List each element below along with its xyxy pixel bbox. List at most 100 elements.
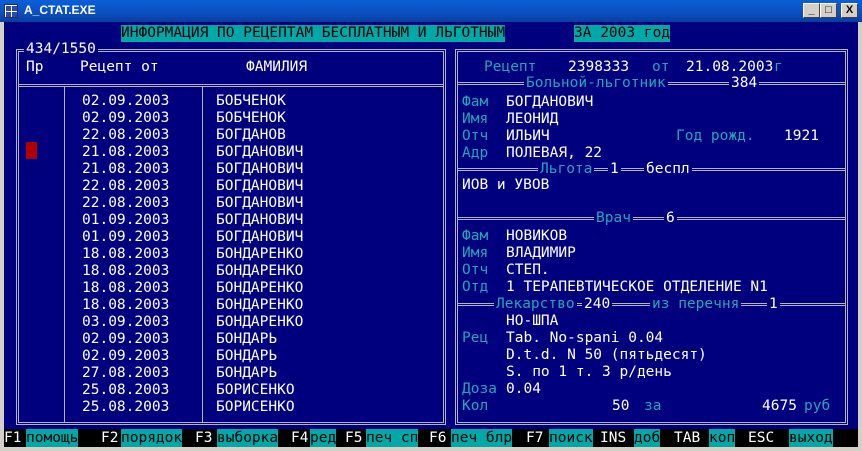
list-row-date[interactable]: 18.08.2003 — [82, 246, 169, 263]
list-col-divider — [64, 87, 65, 422]
fkey-f6[interactable]: F6 — [429, 429, 447, 447]
list-row-date[interactable]: 22.08.2003 — [82, 178, 169, 195]
fkey-label[interactable]: печ блр — [451, 429, 513, 447]
doctor-dept-label: Отд — [462, 279, 489, 295]
title-bar[interactable]: A_CTAT.EXE _ □ X — [0, 0, 862, 22]
drug-list-no: 1 — [767, 296, 780, 313]
list-row-name[interactable]: БОГДАНОВ — [216, 127, 286, 144]
list-row-name[interactable]: БОНДАРЕНКО — [216, 246, 303, 263]
list-row-name[interactable]: БОГДАНОВИЧ — [216, 178, 303, 195]
list-row-date[interactable]: 02.09.2003 — [82, 331, 169, 348]
patient-otch-label: Отч — [462, 128, 489, 144]
list-row-date[interactable]: 22.08.2003 — [82, 127, 169, 144]
function-key-bar: F1 помощь F2 порядок F3 выборка F4 ред F5 печ сп F… — [4, 429, 858, 447]
fkey-label[interactable]: выборка — [217, 429, 279, 447]
patient-fam: БОГДАНОВИЧ — [506, 94, 594, 110]
list-row-name[interactable]: БОГДАНОВИЧ — [216, 212, 303, 229]
drug-qty-label: Кол — [462, 398, 489, 414]
drug-list-label: из перечня — [650, 296, 742, 313]
doctor-dept: 1 ТЕРАПЕВТИЧЕСКОЕ ОТДЕЛЕНИЕ N1 — [506, 279, 768, 295]
list-row-name[interactable]: БОГДАНОВИЧ — [216, 161, 303, 178]
list-row-date[interactable]: 25.08.2003 — [82, 399, 169, 416]
list-row-date[interactable]: 18.08.2003 — [82, 297, 169, 314]
close-button[interactable]: X — [841, 3, 858, 18]
app-icon — [4, 4, 18, 18]
benefit-type: беспл — [644, 161, 692, 178]
patient-section-label: Больной-льготник — [524, 75, 668, 92]
list-row-date[interactable]: 18.08.2003 — [82, 280, 169, 297]
fkey-label[interactable]: порядок — [121, 429, 183, 447]
recipe-date: 21.08.2003 — [686, 59, 774, 75]
list-row-date[interactable]: 27.08.2003 — [82, 365, 169, 382]
list-row-name[interactable]: БОНДАРЬ — [216, 348, 277, 365]
list-row-name[interactable]: БОБЧЕНОК — [216, 110, 286, 127]
doctor-name-label: Имя — [462, 245, 489, 261]
drug-rec-line2: D.t.d. N 50 (пятьдесят) — [506, 347, 707, 363]
fkey-label[interactable]: коп — [709, 429, 736, 447]
list-row-name[interactable]: БОНДАРЬ — [216, 331, 277, 348]
fkey-f7[interactable]: F7 — [526, 429, 544, 447]
fkey-ins[interactable]: INS — [600, 429, 627, 447]
fkey-f1[interactable]: F1 — [4, 429, 22, 447]
patient-fam-label: Фам — [462, 94, 489, 110]
patient-addr-label: Адр — [462, 145, 489, 161]
recipe-label: Рецепт — [484, 59, 537, 75]
list-row-date[interactable]: 02.09.2003 — [82, 348, 169, 365]
doctor-otch: СТЕП. — [506, 262, 550, 278]
list-row-name[interactable]: БОНДАРЕНКО — [216, 263, 303, 280]
fkey-f4[interactable]: F4 — [291, 429, 309, 447]
list-row-date[interactable]: 02.09.2003 — [82, 110, 169, 127]
window-title: A_CTAT.EXE — [24, 3, 96, 17]
patient-birth-label: Год рожд. — [676, 128, 755, 144]
doctor-divider — [458, 217, 845, 220]
fkey-tab[interactable]: TAB — [674, 429, 701, 447]
list-row-date[interactable]: 01.09.2003 — [82, 229, 169, 246]
fkey-label[interactable]: выход — [789, 429, 833, 447]
doctor-fam-label: Фам — [462, 228, 489, 244]
list-header-divider — [19, 84, 443, 87]
doctor-id: 6 — [664, 210, 677, 227]
list-counter: 434/1550 — [24, 41, 98, 58]
list-row-name[interactable]: БОНДАРЬ — [216, 365, 277, 382]
col-header-pr: Пр — [26, 59, 44, 75]
drug-dose-label: Доза — [462, 381, 497, 397]
doctor-section-label: Врач — [594, 210, 633, 227]
maximize-button[interactable]: □ — [820, 3, 837, 18]
fkey-label[interactable]: помощь — [26, 429, 79, 447]
fkey-f3[interactable]: F3 — [195, 429, 213, 447]
drug-currency: руб — [804, 398, 831, 414]
list-row-date[interactable]: 22.08.2003 — [82, 195, 169, 212]
minimize-button[interactable]: _ — [803, 3, 820, 18]
list-row-name[interactable]: БОГДАНОВИЧ — [216, 144, 303, 161]
list-row-name[interactable]: БОРИСЕНКО — [216, 399, 295, 416]
fkey-f2[interactable]: F2 — [101, 429, 119, 447]
list-row-date[interactable]: 03.09.2003 — [82, 314, 169, 331]
list-row-name[interactable]: БОРИСЕНКО — [216, 382, 295, 399]
benefit-section-label: Льгота — [538, 161, 595, 178]
list-row-name[interactable]: БОГДАНОВИЧ — [216, 229, 303, 246]
list-row-name[interactable]: БОНДАРЕНКО — [216, 314, 303, 331]
list-row-date[interactable]: 21.08.2003 — [82, 144, 169, 161]
patient-name: ЛЕОНИД — [506, 111, 559, 127]
fkey-label[interactable]: печ сп — [366, 429, 419, 447]
list-row-name[interactable]: БОБЧЕНОК — [216, 93, 286, 110]
list-row-date[interactable]: 21.08.2003 — [82, 161, 169, 178]
list-row-name[interactable]: БОНДАРЕНКО — [216, 280, 303, 297]
col-header-name: ФАМИЛИЯ — [246, 59, 308, 75]
doctor-fam: НОВИКОВ — [506, 228, 568, 244]
benefit-code: 1 — [608, 161, 621, 178]
header-title: ИНФОРМАЦИЯ ПО РЕЦЕПТАМ БЕСПЛАТНЫМ И ЛЬГО… — [121, 25, 506, 42]
list-row-name[interactable]: БОГДАНОВИЧ — [216, 195, 303, 212]
list-row-date[interactable]: 18.08.2003 — [82, 263, 169, 280]
fkey-f5[interactable]: F5 — [345, 429, 363, 447]
benefit-text: ИОВ и УВОВ — [462, 177, 550, 193]
fkey-label[interactable]: доб — [634, 429, 661, 447]
list-row-date[interactable]: 25.08.2003 — [82, 382, 169, 399]
list-row-date[interactable]: 01.09.2003 — [82, 212, 169, 229]
doctor-name: ВЛАДИМИР — [506, 245, 576, 261]
list-row-date[interactable]: 02.09.2003 — [82, 93, 169, 110]
fkey-esc[interactable]: ESC — [748, 429, 775, 447]
list-row-name[interactable]: БОНДАРЕНКО — [216, 297, 303, 314]
fkey-label[interactable]: поиск — [549, 429, 593, 447]
fkey-label[interactable]: ред — [310, 429, 337, 447]
